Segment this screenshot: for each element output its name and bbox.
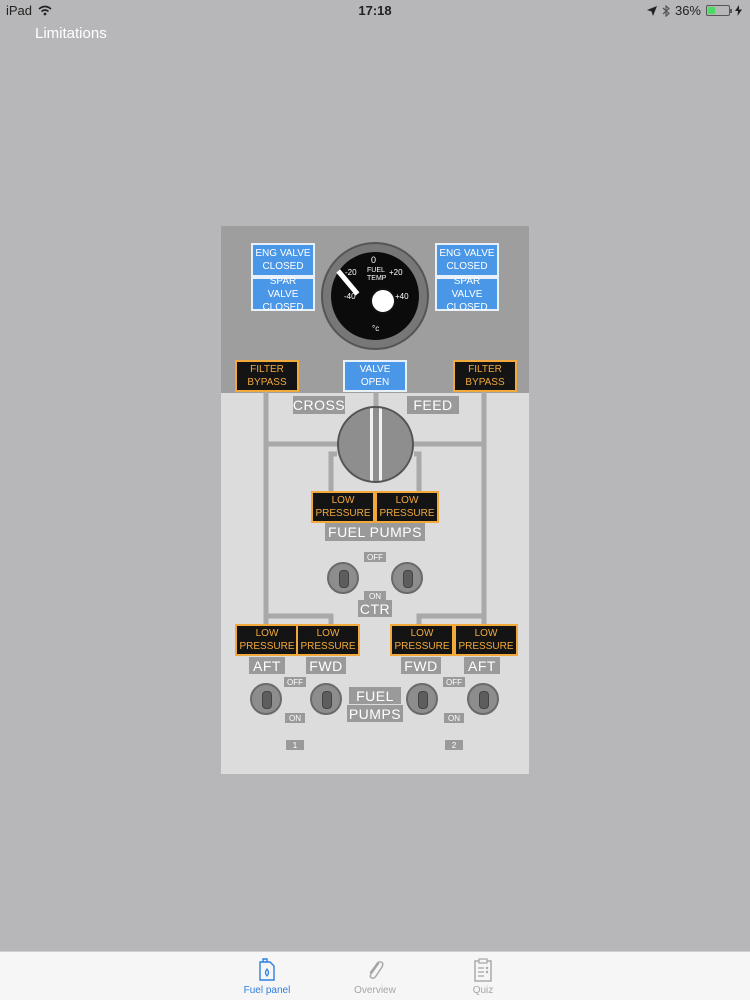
tab-label: Overview (354, 985, 396, 996)
gauge-hub (370, 288, 396, 314)
lamp-line-1: ENG VALVE (255, 248, 311, 259)
paperclip-icon (369, 961, 384, 979)
fuel-pumps-label: FUEL PUMPS (325, 523, 425, 541)
charging-bolt-icon (735, 5, 742, 16)
battery-percent: 36% (674, 3, 701, 18)
fwd-low-pressure-2: LOW PRESSURE (390, 624, 454, 656)
lamp-line-2: BYPASS (465, 377, 505, 388)
fwd-pump-switch-2[interactable] (406, 683, 438, 715)
lamp-line-1: LOW (474, 628, 498, 639)
gauge-mark-0: 0 (371, 255, 377, 265)
battery-icon (706, 5, 732, 16)
status-time: 17:18 (358, 3, 392, 18)
ctr-off-label: OFF (364, 552, 386, 562)
gauge-face: 0 +20 -20 -40 +40 FUEL TEMP °c (331, 252, 419, 340)
engine-1-label: 1 (286, 740, 304, 750)
fwd-label-1: FWD (306, 657, 346, 674)
fuel-can-icon (259, 958, 275, 981)
status-right: 36% (646, 3, 742, 18)
aft-low-pressure-2: LOW PRESSURE (454, 624, 518, 656)
aft-label-1: AFT (249, 657, 285, 674)
lamp-line-1: LOW (316, 628, 340, 639)
fuel-temp-gauge: 0 +20 -20 -40 +40 FUEL TEMP °c (321, 242, 429, 350)
fuel-panel: ENG VALVE CLOSED SPAR VALVE CLOSED ENG V… (221, 226, 529, 774)
aft-label-2: AFT (464, 657, 500, 674)
filter-bypass-left: FILTER BYPASS (235, 360, 299, 392)
lamp-line-2: PRESSURE (315, 508, 371, 519)
lamp-line-1: FILTER (250, 364, 284, 375)
spar-valve-closed-right: SPAR VALVE CLOSED (435, 275, 499, 313)
ctr-low-pressure-right: LOW PRESSURE (375, 491, 439, 523)
lamp-line-2: BYPASS (247, 377, 287, 388)
tab-fuel-panel[interactable]: Fuel panel (212, 952, 322, 1000)
battery-level-fill (708, 7, 716, 14)
lamp-line-2: CLOSED (446, 301, 488, 313)
off-label-2: OFF (443, 677, 465, 687)
cross-label: CROSS (292, 396, 346, 414)
gauge-mark-plus20: +20 (389, 268, 403, 277)
gauge-mark-plus40: +40 (395, 292, 409, 301)
spar-valve-closed-left: SPAR VALVE CLOSED (251, 275, 315, 313)
tab-label: Fuel panel (243, 985, 291, 996)
gauge-unit: °c (372, 324, 380, 333)
back-button-limitations[interactable]: Limitations (35, 25, 107, 42)
aft-pump-switch-2[interactable] (467, 683, 499, 715)
on-label-2: ON (444, 713, 464, 723)
pumps-label-main: PUMPS (347, 705, 403, 722)
lamp-line-2: PRESSURE (394, 641, 450, 652)
fuel-label-main: FUEL (349, 687, 401, 704)
lamp-line-1: ENG VALVE (439, 248, 495, 259)
gauge-title-fuel: FUEL (367, 267, 385, 274)
filter-bypass-right: FILTER BYPASS (453, 360, 517, 392)
ctr-low-pressure-left: LOW PRESSURE (311, 491, 375, 523)
lamp-line-2: PRESSURE (239, 641, 295, 652)
tab-label: Quiz (472, 985, 494, 996)
knob-stripe (379, 408, 382, 481)
lamp-line-1: LOW (410, 628, 434, 639)
lamp-line-2: CLOSED (446, 261, 488, 272)
aft-low-pressure-1: LOW PRESSURE (235, 624, 299, 656)
engine-2-label: 2 (445, 740, 463, 750)
tab-quiz[interactable]: Quiz (428, 952, 538, 1000)
aft-pump-switch-1[interactable] (250, 683, 282, 715)
ctr-pump-switch-right[interactable] (391, 562, 423, 594)
fwd-low-pressure-1: LOW PRESSURE (296, 624, 360, 656)
fwd-label-2: FWD (401, 657, 441, 674)
valve-open-lamp: VALVE OPEN (343, 360, 407, 392)
lamp-line-2: OPEN (360, 377, 390, 388)
ctr-label: CTR (358, 600, 392, 617)
lamp-line-1: VALVE (359, 364, 391, 375)
lamp-line-1: SPAR VALVE (451, 275, 483, 300)
crossfeed-selector-knob[interactable] (337, 406, 414, 483)
eng-valve-closed-left: ENG VALVE CLOSED (251, 243, 315, 277)
lamp-line-1: LOW (331, 495, 355, 506)
fwd-pump-switch-1[interactable] (310, 683, 342, 715)
eng-valve-closed-right: ENG VALVE CLOSED (435, 243, 499, 277)
lamp-line-2: CLOSED (262, 301, 304, 313)
lamp-line-2: PRESSURE (379, 508, 435, 519)
gauge-title-temp: TEMP (367, 275, 387, 282)
lamp-line-2: PRESSURE (458, 641, 514, 652)
off-label-1: OFF (284, 677, 306, 687)
feed-label: FEED (407, 396, 459, 414)
lamp-line-2: CLOSED (262, 261, 304, 272)
knob-stripe (370, 408, 373, 481)
lamp-line-1: FILTER (468, 364, 502, 375)
lamp-line-1: LOW (395, 495, 419, 506)
lamp-line-2: PRESSURE (300, 641, 356, 652)
lamp-line-1: LOW (255, 628, 279, 639)
gauge-mark-minus20: -20 (345, 268, 357, 277)
clipboard-checklist-icon (474, 958, 492, 982)
location-arrow-icon (646, 5, 657, 16)
lamp-line-1: SPAR VALVE (267, 275, 299, 300)
on-label-1: ON (285, 713, 305, 723)
tab-overview[interactable]: Overview (320, 952, 430, 1000)
bluetooth-icon (662, 4, 670, 17)
ctr-pump-switch-left[interactable] (327, 562, 359, 594)
tab-bar: Fuel panel Overview Quiz (0, 951, 750, 1000)
status-bar: iPad 17:18 36% (0, 0, 750, 22)
